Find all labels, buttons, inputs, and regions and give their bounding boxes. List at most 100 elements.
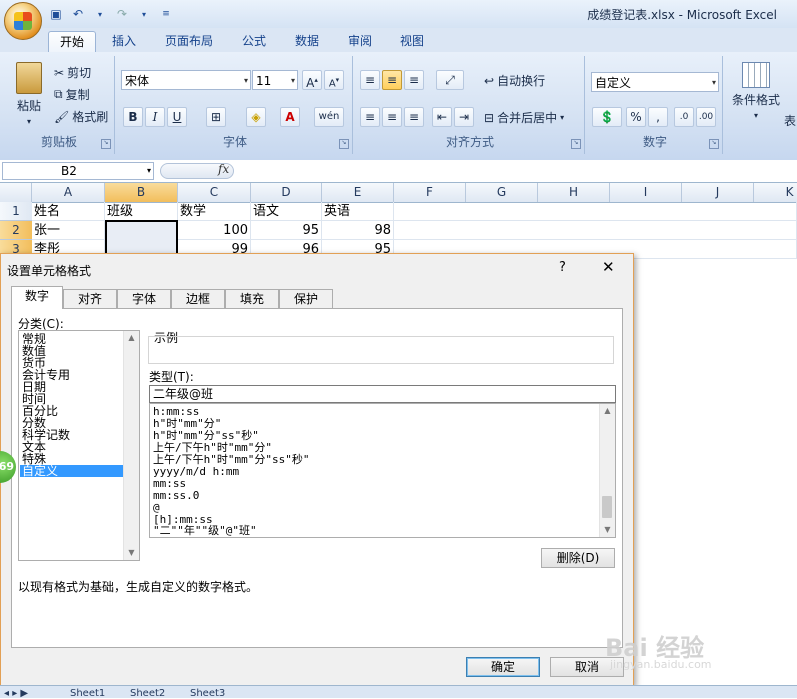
grow-font-button[interactable]: A▴ <box>302 70 322 90</box>
sheet-tab-1[interactable]: Sheet1 <box>70 688 105 699</box>
empty-cells-row-1[interactable] <box>394 202 797 221</box>
column-header-d[interactable]: D <box>251 183 322 202</box>
align-middle-button[interactable]: ≡ <box>382 70 402 90</box>
format-code-list[interactable]: h:mm:ss h"时"mm"分" h"时"mm"分"ss"秒" 上午/下午h"… <box>149 403 616 538</box>
tab-alignment[interactable]: 对齐 <box>63 289 117 308</box>
tab-protection[interactable]: 保护 <box>279 289 333 308</box>
insert-function-button[interactable]: fx <box>218 162 229 176</box>
phonetic-button[interactable]: wén <box>314 107 344 127</box>
align-center-button[interactable]: ≡ <box>382 107 402 127</box>
column-header-e[interactable]: E <box>322 183 394 202</box>
scroll-thumb[interactable] <box>602 496 612 518</box>
align-bottom-button[interactable]: ≡ <box>404 70 424 90</box>
decrease-indent-button[interactable]: ⇤ <box>432 107 452 127</box>
tab-data[interactable]: 数据 <box>285 31 329 52</box>
undo-dropdown-icon[interactable]: ▾ <box>92 6 108 22</box>
column-header-c[interactable]: C <box>178 183 251 202</box>
font-name-dropdown[interactable]: 宋体 ▾ <box>121 70 251 90</box>
tab-insert[interactable]: 插入 <box>102 31 146 52</box>
format-item-selected[interactable]: "二""年""级"@"班" <box>153 525 257 537</box>
column-header-a[interactable]: A <box>32 183 105 202</box>
category-scrollbar[interactable]: ▲ ▼ <box>123 331 139 560</box>
align-left-button[interactable]: ≡ <box>360 107 380 127</box>
percent-button[interactable]: % <box>626 107 646 127</box>
cell-c2[interactable]: 100 <box>178 221 251 240</box>
tab-font[interactable]: 字体 <box>117 289 171 308</box>
row-header-1[interactable]: 1 <box>0 202 32 221</box>
column-header-g[interactable]: G <box>466 183 538 202</box>
number-format-dropdown[interactable]: 自定义 ▾ <box>591 72 719 92</box>
format-as-table-button[interactable]: 表 <box>784 112 796 129</box>
close-icon[interactable]: ✕ <box>602 258 615 276</box>
align-right-button[interactable]: ≡ <box>404 107 424 127</box>
orientation-button[interactable]: ⤢ <box>436 70 464 90</box>
empty-cells-row-2[interactable] <box>394 221 797 240</box>
alignment-launcher-icon[interactable]: ↘ <box>571 139 581 149</box>
ok-button[interactable]: 确定 <box>466 657 540 677</box>
tab-fill[interactable]: 填充 <box>225 289 279 308</box>
cut-button[interactable]: ✂ 剪切 <box>54 64 91 81</box>
scroll-up-icon[interactable]: ▲ <box>600 404 615 418</box>
format-list-scrollbar[interactable]: ▲ ▼ <box>599 404 615 537</box>
save-icon[interactable]: ▣ <box>48 6 64 22</box>
category-item-custom[interactable]: 自定义 <box>20 465 124 477</box>
bold-button[interactable]: B <box>123 107 143 127</box>
tab-number[interactable]: 数字 <box>11 286 63 309</box>
fill-color-button[interactable]: ◈ <box>246 107 266 127</box>
tab-border[interactable]: 边框 <box>171 289 225 308</box>
redo-icon[interactable]: ↷ <box>114 6 130 22</box>
cell-c1[interactable]: 数学 <box>178 202 251 221</box>
column-header-i[interactable]: I <box>610 183 682 202</box>
delete-button[interactable]: 删除(D) <box>541 548 615 568</box>
font-launcher-icon[interactable]: ↘ <box>339 139 349 149</box>
cell-d2[interactable]: 95 <box>251 221 322 240</box>
column-header-h[interactable]: H <box>538 183 610 202</box>
cell-a2[interactable]: 张一 <box>32 221 105 240</box>
cell-d1[interactable]: 语文 <box>251 202 322 221</box>
row-header-2[interactable]: 2 <box>0 221 32 240</box>
cell-a1[interactable]: 姓名 <box>32 202 105 221</box>
borders-button[interactable]: ⊞ <box>206 107 226 127</box>
cell-e1[interactable]: 英语 <box>322 202 394 221</box>
tab-view[interactable]: 视图 <box>390 31 434 52</box>
customize-qat-icon[interactable]: ≡ <box>158 6 174 22</box>
shrink-font-button[interactable]: A▾ <box>324 70 344 90</box>
sheet-tab-2[interactable]: Sheet2 <box>130 688 165 699</box>
column-header-b[interactable]: B <box>105 183 178 202</box>
align-top-button[interactable]: ≡ <box>360 70 380 90</box>
conditional-format-button[interactable]: 条件格式 ▾ <box>732 62 780 120</box>
undo-icon[interactable]: ↶ <box>70 6 86 22</box>
cell-e2[interactable]: 98 <box>322 221 394 240</box>
tab-home[interactable]: 开始 <box>48 31 96 53</box>
sheet-nav-icon[interactable]: ◂ ▸ ▶ <box>4 688 28 699</box>
scroll-down-icon[interactable]: ▼ <box>124 546 139 560</box>
format-painter-button[interactable]: 🖌 格式刷 <box>54 108 108 125</box>
decrease-decimal-button[interactable]: .00 <box>696 107 716 127</box>
category-list[interactable]: 常规 数值 货币 会计专用 日期 时间 百分比 分数 科学记数 文本 特殊 自定… <box>18 330 140 561</box>
help-icon[interactable]: ? <box>559 260 566 275</box>
font-color-button[interactable]: A <box>280 107 300 127</box>
wrap-text-button[interactable]: ↩ 自动换行 <box>484 72 545 89</box>
redo-dropdown-icon[interactable]: ▾ <box>136 6 152 22</box>
tab-formulas[interactable]: 公式 <box>232 31 276 52</box>
increase-decimal-button[interactable]: .0 <box>674 107 694 127</box>
column-header-k[interactable]: K <box>754 183 797 202</box>
comma-button[interactable]: , <box>648 107 668 127</box>
tab-page-layout[interactable]: 页面布局 <box>156 31 222 52</box>
column-header-f[interactable]: F <box>394 183 466 202</box>
sheet-tab-3[interactable]: Sheet3 <box>190 688 225 699</box>
font-size-dropdown[interactable]: 11 ▾ <box>252 70 298 90</box>
type-input[interactable]: 二年级@班 <box>149 385 616 403</box>
italic-button[interactable]: I <box>145 107 165 127</box>
scroll-up-icon[interactable]: ▲ <box>124 331 139 345</box>
select-all-corner[interactable] <box>0 183 32 202</box>
scroll-down-icon[interactable]: ▼ <box>600 523 615 537</box>
name-box[interactable]: B2 ▾ <box>2 162 154 180</box>
copy-button[interactable]: ⧉ 复制 <box>54 86 90 103</box>
underline-button[interactable]: U <box>167 107 187 127</box>
tab-review[interactable]: 审阅 <box>338 31 382 52</box>
increase-indent-button[interactable]: ⇥ <box>454 107 474 127</box>
number-launcher-icon[interactable]: ↘ <box>709 139 719 149</box>
cell-b1[interactable]: 班级 <box>105 202 178 221</box>
merge-center-button[interactable]: ⊟ 合并后居中 ▾ <box>484 109 564 126</box>
